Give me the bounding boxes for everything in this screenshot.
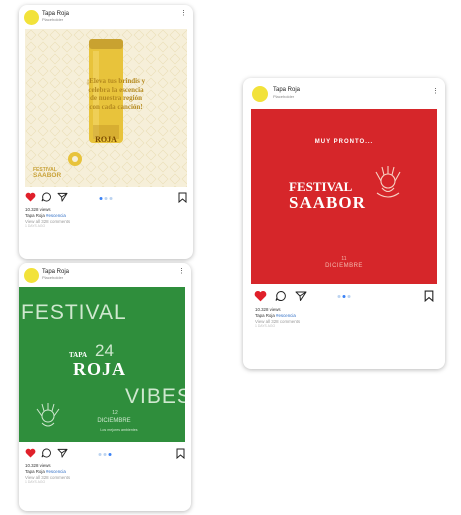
share-icon[interactable] xyxy=(57,448,68,458)
action-bar xyxy=(19,448,191,462)
username[interactable]: Tapa Roja xyxy=(273,87,300,93)
location: Placeholder xyxy=(42,275,64,280)
post-time: 1 DAYS AGO xyxy=(25,224,46,229)
vibes-word: VIBES xyxy=(125,385,185,408)
share-icon[interactable] xyxy=(295,290,307,302)
event-month: DICIEMBRE xyxy=(97,418,131,424)
post-header: Tapa Roja Placeholder ⋮ xyxy=(243,78,445,104)
festival-word: FESTIVAL xyxy=(21,301,127,324)
post-card-2: Tapa Roja Placeholder ⋮ MUY PRONTO... FE… xyxy=(243,78,445,369)
hashtag[interactable]: #escencia xyxy=(46,213,66,218)
brand-big: ROJA xyxy=(73,359,126,379)
carousel-indicator xyxy=(98,453,112,456)
post-card-3: Tapa Roja Placeholder ⋮ FESTIVAL TAPA 24… xyxy=(19,263,191,511)
comment-icon[interactable] xyxy=(41,448,52,458)
more-options-icon[interactable]: ⋮ xyxy=(180,10,187,17)
post-header: Tapa Roja Placeholder ⋮ xyxy=(19,5,193,29)
post-image[interactable]: MUY PRONTO... FESTIVAL SAABOR 11 DICIEMB… xyxy=(251,109,437,284)
post-time: 1 DAYS AGO xyxy=(25,480,46,485)
badge-text: SAABOR xyxy=(33,172,62,179)
like-heart-icon[interactable] xyxy=(25,448,36,458)
event-tagline: Los mejores ambientes xyxy=(100,428,138,432)
event-day: 11 xyxy=(341,256,347,262)
like-heart-icon[interactable] xyxy=(254,290,267,302)
location: Placeholder xyxy=(273,94,295,99)
like-heart-icon[interactable] xyxy=(25,192,36,202)
more-options-icon[interactable]: ⋮ xyxy=(178,268,185,275)
event-month: DICIEMBRE xyxy=(325,263,363,269)
share-icon[interactable] xyxy=(57,192,68,202)
quote-line: ¡Eleva tus brindis y xyxy=(86,77,146,85)
brand-small: TAPA xyxy=(69,351,88,359)
quote-line: de nuestra región xyxy=(90,94,142,102)
avatar[interactable] xyxy=(252,86,268,102)
saabor-title: SAABOR xyxy=(289,193,366,212)
post-time: 1 DAYS AGO xyxy=(255,324,276,329)
post-meta: 10.328 views Tapa Roja #escencia View al… xyxy=(25,463,185,486)
hashtag[interactable]: #escencia xyxy=(46,469,66,474)
comment-icon[interactable] xyxy=(275,290,287,302)
more-options-icon[interactable]: ⋮ xyxy=(432,88,439,95)
mask-ornament-icon xyxy=(36,403,60,427)
post-image[interactable]: FESTIVAL TAPA 24 ROJA VIBES 12 DICIEMBRE… xyxy=(19,287,185,442)
caption-user[interactable]: Tapa Roja xyxy=(255,313,275,318)
event-day: 12 xyxy=(112,410,118,416)
bookmark-icon[interactable] xyxy=(176,448,185,459)
avatar[interactable] xyxy=(24,10,39,25)
bookmark-icon[interactable] xyxy=(178,192,187,203)
action-bar xyxy=(19,192,193,206)
carousel-indicator xyxy=(99,197,113,200)
post-image[interactable]: ¡Eleva tus brindis y celebra la escencia… xyxy=(25,29,187,187)
hashtag[interactable]: #escencia xyxy=(276,313,296,318)
post-meta: 10.328 views Tapa Roja #escencia View al… xyxy=(255,307,439,330)
avatar[interactable] xyxy=(24,268,39,283)
caption-user[interactable]: Tapa Roja xyxy=(25,469,45,474)
post-meta: 10.328 views Tapa Roja #escencia View al… xyxy=(25,207,187,230)
quote-line: con cada canción! xyxy=(89,102,143,111)
carousel-indicator xyxy=(337,295,351,298)
caption-user[interactable]: Tapa Roja xyxy=(25,213,45,218)
post-header: Tapa Roja Placeholder ⋮ xyxy=(19,263,191,287)
location: Placeholder xyxy=(42,17,64,22)
bookmark-icon[interactable] xyxy=(424,290,434,302)
comment-icon[interactable] xyxy=(41,192,52,202)
quote-line: celebra la escencia xyxy=(88,85,144,94)
brand-number: 24 xyxy=(95,341,114,360)
can-label: ROJA xyxy=(95,135,117,144)
action-bar xyxy=(243,290,445,304)
post-card-1: Tapa Roja Placeholder ⋮ ¡Eleva tus brind… xyxy=(19,5,193,259)
